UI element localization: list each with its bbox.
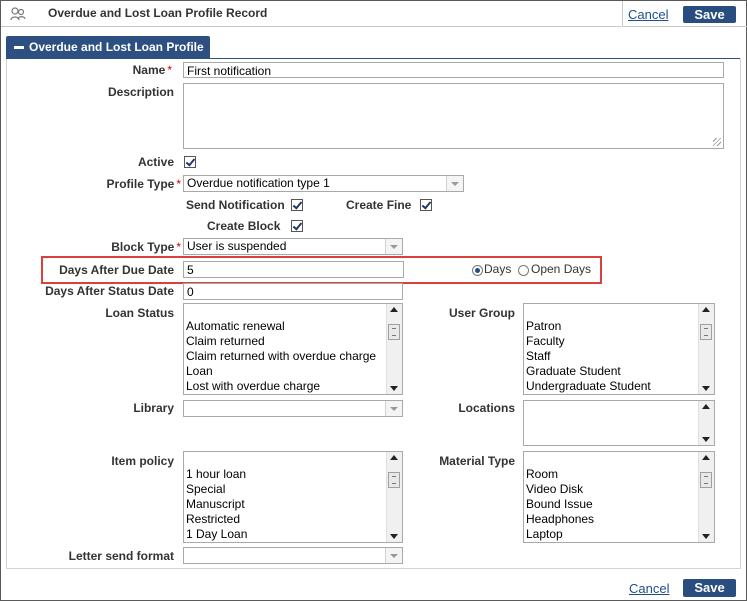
user-group-label: User Group — [448, 306, 515, 320]
days-after-status-date-label: Days After Status Date — [45, 284, 174, 298]
list-item[interactable]: 1 Day Loan — [184, 527, 386, 542]
description-label: Description — [107, 85, 174, 99]
list-item[interactable]: Special — [184, 482, 386, 497]
locations-listbox[interactable] — [523, 400, 715, 446]
list-item[interactable]: Patron — [524, 319, 698, 334]
library-label: Library — [133, 401, 174, 415]
scrollbar[interactable] — [698, 304, 714, 394]
loan-status-label: Loan Status — [105, 306, 174, 320]
create-block-checkbox[interactable] — [291, 220, 303, 232]
letter-send-format-select[interactable] — [183, 547, 403, 564]
loan-status-listbox[interactable]: Automatic renewal Claim returned Claim r… — [183, 303, 403, 395]
block-type-select[interactable]: User is suspended — [183, 238, 403, 255]
section-toggle[interactable]: Overdue and Lost Loan Profile — [6, 36, 210, 58]
send-notification-checkbox[interactable] — [291, 199, 303, 211]
chevron-down-icon — [385, 548, 402, 563]
create-fine-checkbox[interactable] — [420, 199, 432, 211]
scroll-down-icon[interactable] — [702, 386, 710, 391]
user-group-listbox[interactable]: Patron Faculty Staff Graduate Student Un… — [523, 303, 715, 395]
save-button-bottom[interactable]: Save — [683, 579, 736, 597]
scroll-up-icon[interactable] — [390, 307, 398, 312]
chevron-down-icon — [446, 176, 463, 191]
scroll-down-icon[interactable] — [702, 437, 710, 442]
profile-type-select[interactable]: Overdue notification type 1 — [183, 175, 464, 192]
days-after-status-date-input[interactable]: 0 — [183, 283, 403, 300]
active-checkbox[interactable] — [184, 156, 196, 168]
profile-type-value: Overdue notification type 1 — [187, 176, 330, 190]
cancel-button-top[interactable]: Cancel — [628, 7, 668, 22]
days-after-due-date-input[interactable]: 5 — [183, 261, 404, 278]
save-button-top[interactable]: Save — [683, 6, 736, 23]
list-item[interactable]: Claim returned — [184, 334, 386, 349]
section-title: Overdue and Lost Loan Profile — [29, 40, 204, 54]
item-policy-label: Item policy — [111, 454, 174, 468]
active-label: Active — [137, 155, 174, 169]
open-days-radio-label: Open Days — [531, 262, 592, 276]
days-after-due-date-label: Days After Due Date — [59, 263, 174, 277]
send-notification-label: Send Notification — [186, 198, 285, 212]
list-item[interactable]: Claim returned with overdue charge — [184, 349, 386, 364]
letter-send-format-label: Letter send format — [68, 549, 174, 563]
scroll-down-icon[interactable] — [702, 534, 710, 539]
list-item[interactable]: Faculty — [524, 334, 698, 349]
scrollbar[interactable] — [698, 452, 714, 542]
profile-record-icon — [10, 7, 26, 21]
page-title: Overdue and Lost Loan Profile Record — [48, 6, 268, 20]
profile-type-label: Profile Type * — [106, 177, 181, 191]
scroll-thumb[interactable] — [388, 472, 400, 488]
list-item[interactable]: Headphones — [524, 512, 698, 527]
create-fine-label: Create Fine — [346, 198, 412, 212]
scroll-thumb[interactable] — [388, 324, 400, 340]
days-radio[interactable] — [472, 265, 483, 276]
scrollbar[interactable] — [386, 304, 402, 394]
block-type-label: Block Type * — [111, 240, 181, 254]
name-label: Name * — [132, 63, 172, 77]
scroll-up-icon[interactable] — [702, 404, 710, 409]
scroll-thumb[interactable] — [700, 472, 712, 488]
section-divider — [6, 58, 740, 59]
list-item[interactable]: Manuscript — [184, 497, 386, 512]
open-days-radio[interactable] — [518, 265, 529, 276]
list-item[interactable]: Undergraduate Student — [524, 379, 698, 394]
list-item[interactable]: Restricted — [184, 512, 386, 527]
page-header: Overdue and Lost Loan Profile Record — [1, 1, 621, 27]
create-block-label: Create Block — [207, 219, 281, 233]
scrollbar[interactable] — [698, 401, 714, 445]
list-item[interactable]: Staff — [524, 349, 698, 364]
list-item[interactable]: 1 hour loan — [184, 467, 386, 482]
name-input[interactable]: First notification — [183, 62, 724, 78]
days-radio-label: Days — [484, 262, 512, 276]
list-item[interactable]: Room — [524, 467, 698, 482]
chevron-down-icon — [385, 401, 402, 416]
required-mark: * — [167, 63, 172, 77]
scroll-down-icon[interactable] — [390, 386, 398, 391]
list-item[interactable]: Automatic renewal — [184, 319, 386, 334]
list-item[interactable]: Lost with overdue charge — [184, 379, 386, 394]
list-item[interactable]: Video Disk — [524, 482, 698, 497]
block-type-value: User is suspended — [187, 239, 287, 253]
required-mark: * — [176, 177, 181, 191]
library-select[interactable] — [183, 400, 403, 417]
resize-grip-icon[interactable] — [713, 138, 721, 146]
scroll-up-icon[interactable] — [702, 455, 710, 460]
collapse-icon — [14, 46, 24, 49]
scroll-thumb[interactable] — [700, 324, 712, 340]
scrollbar[interactable] — [386, 452, 402, 542]
scroll-up-icon[interactable] — [390, 455, 398, 460]
list-item[interactable]: Loan — [184, 364, 386, 379]
list-item[interactable]: Graduate Student — [524, 364, 698, 379]
scroll-down-icon[interactable] — [390, 534, 398, 539]
list-item[interactable]: Laptop — [524, 527, 698, 542]
locations-label: Locations — [458, 401, 515, 415]
item-policy-listbox[interactable]: 1 hour loan Special Manuscript Restricte… — [183, 451, 403, 543]
chevron-down-icon — [385, 239, 402, 254]
cancel-button-bottom[interactable]: Cancel — [629, 581, 669, 596]
material-type-listbox[interactable]: Room Video Disk Bound Issue Headphones L… — [523, 451, 715, 543]
required-mark: * — [176, 240, 181, 254]
list-item[interactable]: Bound Issue — [524, 497, 698, 512]
description-textarea[interactable] — [183, 83, 724, 149]
scroll-up-icon[interactable] — [702, 307, 710, 312]
material-type-label: Material Type — [439, 454, 515, 468]
